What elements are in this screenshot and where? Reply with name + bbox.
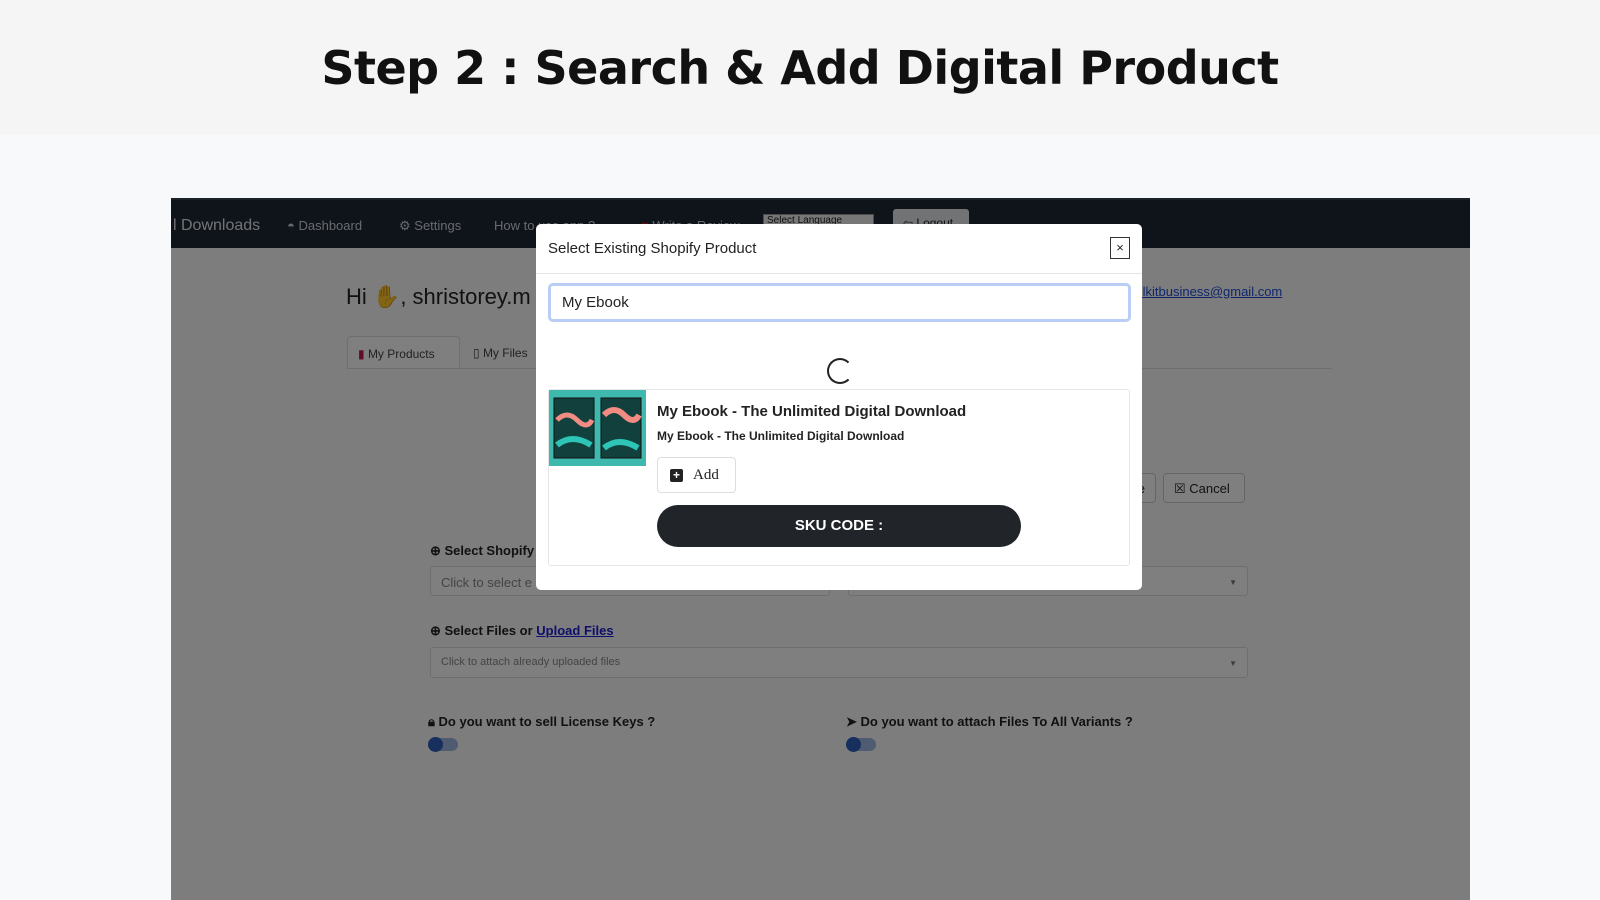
sku-code-button[interactable]: SKU CODE : (657, 505, 1021, 547)
product-subtitle: My Ebook - The Unlimited Digital Downloa… (657, 429, 905, 443)
close-button[interactable]: × (1110, 237, 1130, 259)
product-result-card: My Ebook - The Unlimited Digital Downloa… (548, 389, 1130, 566)
product-title: My Ebook - The Unlimited Digital Downloa… (657, 403, 967, 420)
plus-square-icon: + (670, 469, 683, 482)
book-cover-image (549, 390, 646, 466)
loading-spinner-icon (827, 358, 853, 384)
hero-banner: Step 2 : Search & Add Digital Product (0, 0, 1600, 135)
modal-title: Select Existing Shopify Product (548, 240, 757, 257)
add-product-button[interactable]: + Add (657, 457, 736, 493)
modal-divider (536, 273, 1142, 274)
product-search-input[interactable] (548, 283, 1131, 322)
product-thumbnail (549, 390, 646, 466)
page-title: Step 2 : Search & Add Digital Product (321, 40, 1279, 95)
select-product-modal: Select Existing Shopify Product × My Ebo… (536, 224, 1142, 590)
